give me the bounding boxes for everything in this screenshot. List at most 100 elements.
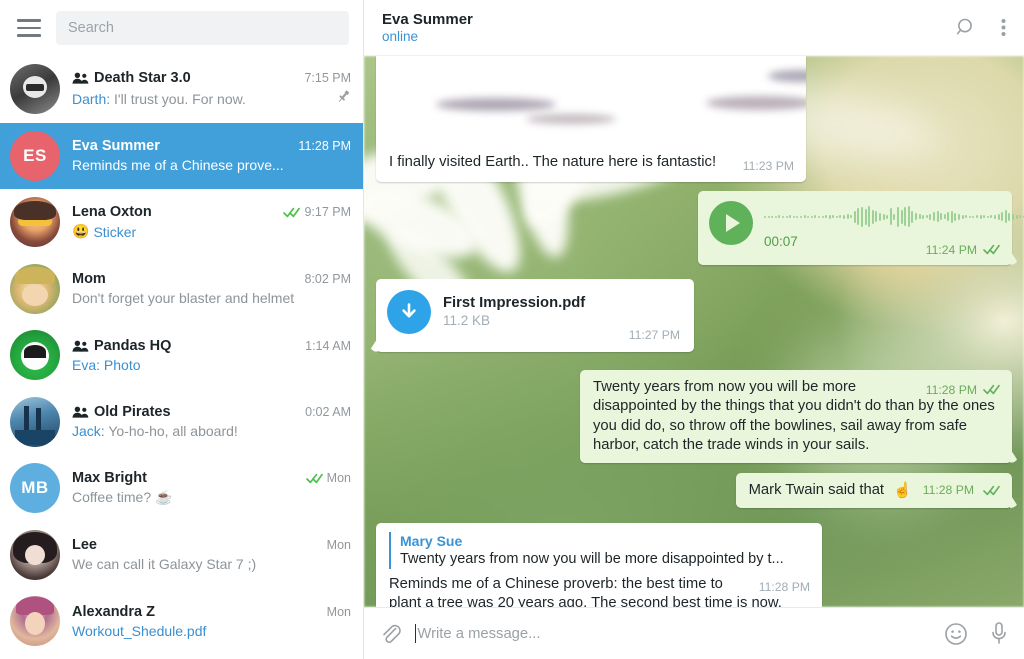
chat-item-name: Eva Summer — [72, 138, 290, 154]
play-icon[interactable] — [709, 201, 753, 245]
chat-item-top: Pandas HQ1:14 AM — [72, 338, 351, 354]
message-reply[interactable]: Mary Sue Twenty years from now you will … — [376, 523, 1012, 607]
chat-list-item[interactable]: Alexandra ZMonWorkout_Shedule.pdf — [0, 588, 363, 655]
avatar[interactable] — [10, 530, 60, 580]
chat-header: Eva Summer online — [364, 0, 1024, 56]
chat-item-meta: 1:14 AM — [305, 339, 351, 353]
chat-item-meta: 7:15 PM — [304, 71, 351, 85]
waveform-bar — [883, 214, 885, 220]
chat-list[interactable]: Death Star 3.07:15 PMDarth: I'll trust y… — [0, 56, 363, 659]
message-voice[interactable]: 00:07 11:24 PM — [376, 191, 1012, 265]
chat-list-item[interactable]: ESEva Summer11:28 PMReminds me of a Chin… — [0, 123, 363, 190]
chat-list-item[interactable]: Old Pirates0:02 AMJack: Yo-ho-ho, all ab… — [0, 389, 363, 456]
waveform-bar — [929, 214, 931, 220]
waveform-bar — [1001, 212, 1003, 221]
waveform-bar — [768, 216, 770, 218]
chat-list-item[interactable]: Death Star 3.07:15 PMDarth: I'll trust y… — [0, 56, 363, 123]
waveform-bar — [919, 214, 921, 219]
search-placeholder: Search — [68, 20, 114, 36]
chat-item-preview: Workout_Shedule.pdf — [72, 623, 351, 639]
file-footer: 11:27 PM — [387, 328, 680, 342]
avatar[interactable] — [10, 197, 60, 247]
chat-item-time: 11:28 PM — [298, 139, 351, 153]
reply-bubble[interactable]: Mary Sue Twenty years from now you will … — [376, 523, 822, 607]
voice-bubble[interactable]: 00:07 11:24 PM — [698, 191, 1012, 265]
chat-list-item[interactable]: Lee Mon We can call it Galaxy Star 7 ;) — [0, 522, 363, 589]
message-attribution[interactable]: Mark Twain said that ☝ 11:28 PM — [376, 473, 1012, 509]
avatar[interactable]: MB — [10, 463, 60, 513]
waveform-bar — [832, 215, 834, 218]
avatar[interactable] — [10, 264, 60, 314]
photo-bubble[interactable]: I finally visited Earth.. The nature her… — [376, 56, 806, 182]
paperclip-icon[interactable] — [380, 623, 401, 645]
message-input[interactable]: Write a message... — [415, 608, 930, 659]
waveform-bar — [944, 214, 946, 219]
waveform-bar — [897, 207, 899, 227]
read-ticks-icon — [983, 485, 1000, 496]
photo-time: 11:23 PM — [743, 159, 794, 173]
waveform-bar — [962, 215, 964, 219]
composer: Write a message... — [364, 607, 1024, 659]
avatar[interactable]: ES — [10, 131, 60, 181]
chat-item-top: Eva Summer 11:28 PM — [72, 138, 351, 154]
chat-item-time: 7:15 PM — [304, 71, 351, 85]
waveform-bar — [901, 210, 903, 224]
avatar[interactable] — [10, 330, 60, 380]
chat-list-item[interactable]: MB Max BrightMonCoffee time? ☕ — [0, 455, 363, 522]
message-photo[interactable]: I finally visited Earth.. The nature her… — [376, 56, 1012, 182]
file-bubble[interactable]: First Impression.pdf 11.2 KB 11:27 PM — [376, 279, 694, 352]
chat-item-time: Mon — [327, 538, 351, 552]
chat-title-block[interactable]: Eva Summer online — [382, 11, 956, 44]
waveform-bar — [800, 216, 802, 218]
text-caret — [415, 624, 416, 643]
chat-item-top: Mom8:02 PM — [72, 271, 351, 287]
chat-item-body: Pandas HQ1:14 AM Eva: Photo — [72, 338, 351, 373]
photo-image[interactable] — [376, 56, 806, 145]
hamburger-icon[interactable] — [12, 13, 46, 43]
avatar[interactable] — [10, 64, 60, 114]
message-file[interactable]: First Impression.pdf 11.2 KB 11:27 PM — [376, 279, 1012, 352]
more-vertical-icon[interactable] — [1001, 18, 1006, 37]
chat-item-bottom: Coffee time? ☕ — [72, 489, 351, 506]
search-input[interactable]: Search — [56, 11, 349, 45]
chat-item-preview: Eva: Photo — [72, 357, 351, 373]
read-ticks-icon — [983, 244, 1000, 255]
message-quote[interactable]: 11:28 PM Twenty years from now you will … — [376, 370, 1012, 463]
avatar[interactable] — [10, 397, 60, 447]
waveform-bar — [969, 216, 971, 218]
file-time: 11:27 PM — [629, 328, 680, 342]
download-icon[interactable] — [387, 290, 431, 334]
chat-item-name: Max Bright — [72, 470, 298, 486]
waveform-bar — [764, 216, 766, 218]
chat-list-item[interactable]: Mom8:02 PMDon't forget your blaster and … — [0, 256, 363, 323]
chat-item-body: Max BrightMonCoffee time? ☕ — [72, 470, 351, 506]
chat-item-name: Lee — [72, 537, 319, 553]
waveform-bar — [965, 215, 967, 218]
chat-item-time: 1:14 AM — [305, 339, 351, 353]
message-area[interactable]: I finally visited Earth.. The nature her… — [364, 56, 1024, 607]
smiley-icon[interactable] — [944, 622, 968, 646]
telegram-window: Search Death Star 3.07:15 PMDarth: I'll … — [0, 0, 1024, 659]
chat-item-preview: We can call it Galaxy Star 7 ;) — [72, 556, 351, 572]
search-icon[interactable] — [956, 17, 977, 38]
voice-waveform[interactable] — [764, 205, 1024, 229]
avatar[interactable] — [10, 596, 60, 646]
attribution-bubble[interactable]: Mark Twain said that ☝ 11:28 PM — [736, 473, 1012, 509]
message-list: I finally visited Earth.. The nature her… — [364, 56, 1024, 607]
reply-footer: 11:28 PM — [759, 580, 810, 594]
waveform-bar — [908, 206, 910, 227]
waveform-bar — [1008, 213, 1010, 221]
chat-list-item[interactable]: Lena Oxton9:17 PM😃Sticker — [0, 189, 363, 256]
waveform-bar — [1016, 215, 1018, 219]
chat-list-item[interactable]: Pandas HQ1:14 AM Eva: Photo — [0, 322, 363, 389]
chat-item-time: 9:17 PM — [304, 205, 351, 219]
waveform-bar — [843, 215, 845, 219]
waveform-bar — [879, 213, 881, 221]
reply-quoted-text: Twenty years from now you will be more d… — [400, 550, 810, 569]
chat-item-preview: Sticker — [93, 224, 351, 240]
microphone-icon[interactable] — [990, 621, 1008, 646]
quote-bubble[interactable]: 11:28 PM Twenty years from now you will … — [580, 370, 1012, 463]
waveform-bar — [829, 215, 831, 219]
reply-quote-block[interactable]: Mary Sue Twenty years from now you will … — [389, 532, 810, 569]
waveform-bar — [1005, 210, 1007, 223]
